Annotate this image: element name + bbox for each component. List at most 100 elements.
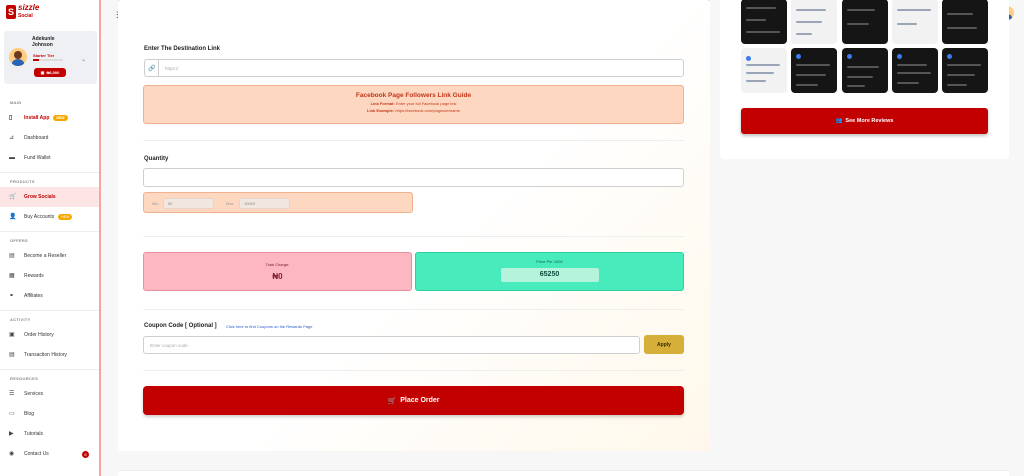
sidebar-item-label: Fund Wallet <box>24 155 51 161</box>
guide-example-label: Link Example: <box>367 108 395 113</box>
guide-format: Enter your full Facebook page link <box>395 101 457 106</box>
sidebar-item-tutorials[interactable]: ▶ Tutorials <box>0 424 99 444</box>
place-order-button[interactable]: 🛒 Place Order <box>143 386 684 415</box>
sidebar-item-contact-us[interactable]: ◉ Contact Us 6 <box>0 444 99 464</box>
divider <box>143 370 684 371</box>
sidebar-item-label: Transaction History <box>24 352 67 358</box>
blog-icon: ▭ <box>9 411 15 417</box>
guide-format-label: Link Format: <box>370 101 395 106</box>
store-icon: ▤ <box>9 253 15 259</box>
cart-icon: 🛒 <box>9 194 17 200</box>
bottom-card <box>118 470 1009 476</box>
review-thumbnail[interactable] <box>842 0 888 44</box>
sidebar-item-label: Tutorials <box>24 431 43 437</box>
logo-icon: S <box>6 5 16 19</box>
quantity-input[interactable] <box>143 168 684 187</box>
section-title-offers: OFFERS <box>10 238 29 243</box>
place-order-label: Place Order <box>400 397 440 404</box>
chat-icon: ◉ <box>9 451 15 457</box>
sidebar-item-order-history[interactable]: ▣ Order History <box>0 325 99 345</box>
sidebar-item-dashboard[interactable]: ⊿ Dashboard <box>0 128 99 148</box>
review-thumbnail[interactable] <box>942 0 988 44</box>
coupon-placeholder: Enter coupon code <box>150 342 188 348</box>
tier-progress-bar <box>33 59 63 61</box>
chart-icon: ⊿ <box>9 135 15 141</box>
destination-link-placeholder: https:// <box>165 65 179 71</box>
sidebar-item-label: Affiliates <box>24 293 43 299</box>
price-per-1000-box: Price Per 1000 65250 <box>415 252 684 291</box>
apply-coupon-button[interactable]: Apply <box>644 335 684 354</box>
brand-name-top: sizzle <box>18 3 40 12</box>
sidebar-item-install-app[interactable]: ▯ Install App NEW <box>0 108 99 128</box>
user-plus-icon: 👤 <box>9 214 17 220</box>
rewards-page-link[interactable]: Click here to find Coupons on the Reward… <box>226 324 313 329</box>
review-thumbnail[interactable] <box>892 0 938 44</box>
new-badge: NEW <box>58 214 73 220</box>
brand-logo[interactable]: S sizzle Social <box>6 4 39 20</box>
balance-badge[interactable]: ▣ ₦6,000 <box>34 68 66 77</box>
sidebar-item-rewards[interactable]: ▦ Rewards <box>0 266 99 286</box>
min-value: 50 <box>163 198 214 209</box>
total-charge-label: Total Charge: <box>265 262 290 267</box>
review-thumbnail[interactable] <box>791 48 837 93</box>
price-per-1000-label: Price Per 1000 <box>536 259 563 264</box>
link-guide-box: Facebook Page Followers Link Guide Link … <box>143 85 684 124</box>
see-more-reviews-button[interactable]: 👥 See More Reviews <box>741 108 988 134</box>
bars-icon: ☰ <box>9 391 15 397</box>
sidebar-item-blog[interactable]: ▭ Blog <box>0 404 99 424</box>
user-name: Adekunle Johnson <box>32 36 55 48</box>
sidebar-item-affiliates[interactable]: ⚭ Affiliates <box>0 286 99 306</box>
users-icon: 👥 <box>835 118 843 124</box>
chevron-down-icon[interactable]: ⌄ <box>81 56 86 63</box>
cart-icon: 🛒 <box>387 397 397 405</box>
balance-value: ₦6,000 <box>46 70 60 75</box>
destination-link-input[interactable]: https:// <box>158 59 684 77</box>
divider <box>0 231 99 232</box>
sidebar-item-buy-accounts[interactable]: 👤 Buy Accounts NEW <box>0 207 99 227</box>
price-per-1000-value: 65250 <box>500 268 599 282</box>
receipt-icon: ▤ <box>9 352 15 358</box>
wallet-icon: ▣ <box>40 70 45 75</box>
avatar <box>9 48 27 66</box>
coupon-input[interactable]: Enter coupon code <box>143 336 640 354</box>
sidebar-item-label: Services <box>24 391 44 397</box>
sidebar-item-services[interactable]: ☰ Services <box>0 384 99 404</box>
divider <box>0 172 99 173</box>
review-thumbnail[interactable] <box>942 48 988 93</box>
section-title-products: PRODUCTS <box>10 179 35 184</box>
sidebar-item-label: Order History <box>24 332 54 338</box>
gift-icon: ▦ <box>9 273 15 279</box>
section-title-activity: ACTIVITY <box>10 317 31 322</box>
sidebar-item-label: Install App <box>24 115 50 121</box>
see-more-reviews-label: See More Reviews <box>845 118 894 124</box>
sidebar-item-fund-wallet[interactable]: ▬ Fund Wallet <box>0 148 99 168</box>
unread-count-badge: 6 <box>82 450 89 458</box>
user-card[interactable]: Adekunle Johnson Starter Tier ▣ ₦6,000 ⌄ <box>4 31 97 84</box>
review-thumbnail[interactable] <box>842 48 888 93</box>
min-max-box: Min 50 Max 10000 <box>143 192 413 213</box>
divider <box>0 369 99 370</box>
quantity-label: Quantity <box>144 156 169 162</box>
review-thumbnail[interactable] <box>892 48 938 93</box>
link-icon: 🔗 <box>144 59 159 77</box>
divider <box>143 140 684 141</box>
divider <box>143 309 684 310</box>
sidebar-item-label: Rewards <box>24 273 44 279</box>
review-thumbnail[interactable] <box>741 0 787 44</box>
sidebar-item-label: Dashboard <box>24 135 49 141</box>
sidebar-item-become-reseller[interactable]: ▤ Become a Reseller <box>0 246 99 266</box>
total-charge-value: ₦0 <box>272 272 283 281</box>
review-thumbnail[interactable] <box>791 0 837 44</box>
sidebar-item-transaction-history[interactable]: ▤ Transaction History <box>0 345 99 365</box>
divider <box>0 310 99 311</box>
sidebar-item-grow-socials[interactable]: 🛒 Grow Socials <box>0 187 99 207</box>
sidebar-item-label: Blog <box>24 411 35 417</box>
min-label: Min <box>152 201 159 206</box>
wallet-icon: ▬ <box>9 155 15 161</box>
handshake-icon: ⚭ <box>9 293 15 299</box>
sidebar-item-label: Grow Socials <box>24 194 56 200</box>
review-thumbnail[interactable] <box>741 48 787 93</box>
brand-name-bottom: Social <box>18 13 33 19</box>
sidebar: S sizzle Social Adekunle Johnson Starter… <box>0 0 101 476</box>
sidebar-item-label: Become a Reseller <box>24 253 67 259</box>
